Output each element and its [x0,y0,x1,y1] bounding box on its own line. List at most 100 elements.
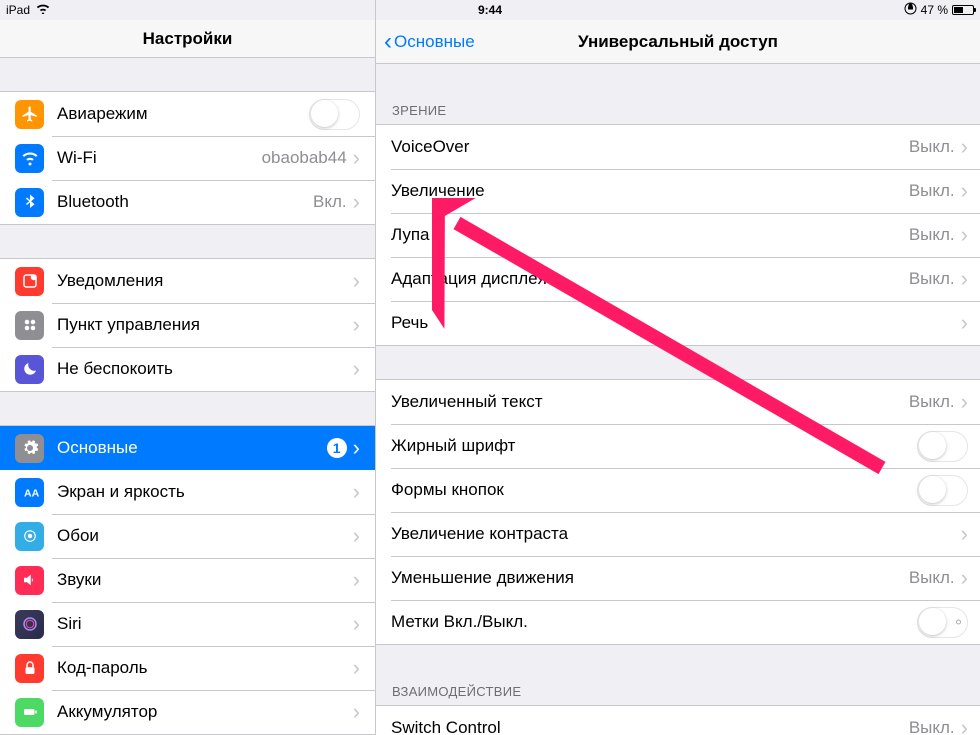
sidebar-item-bluetooth[interactable]: Bluetooth Вкл. › [0,180,375,224]
row-switch-control[interactable]: Switch Control Выкл. › [376,706,980,735]
row-label: Код-пароль [57,658,353,678]
sidebar-item-notifications[interactable]: Уведомления › [0,259,375,303]
row-reduce-motion[interactable]: Уменьшение движения Выкл. › [376,556,980,600]
sidebar-item-display[interactable]: AA Экран и яркость › [0,470,375,514]
row-value: Выкл. [909,269,955,289]
row-value: Выкл. [909,181,955,201]
row-label: Лупа [391,225,909,245]
row-label: Увеличение [391,181,909,201]
chevron-right-icon: › [961,224,968,246]
row-label: VoiceOver [391,137,909,157]
row-bold-text[interactable]: Жирный шрифт [376,424,980,468]
row-on-off-labels[interactable]: Метки Вкл./Выкл. [376,600,980,644]
battery-settings-icon [15,698,44,727]
bluetooth-icon [15,188,44,217]
row-increase-contrast[interactable]: Увеличение контраста › [376,512,980,556]
settings-sidebar: Настройки Авиарежим Wi-Fi obaobab44 [0,0,376,735]
row-larger-text[interactable]: Увеличенный текст Выкл. › [376,380,980,424]
sidebar-title: Настройки [143,29,233,49]
moon-icon [15,355,44,384]
sidebar-header: Настройки [0,20,375,58]
detail-pane: ‹ Основные Универсальный доступ ЗРЕНИЕ V… [376,0,980,735]
row-value: obaobab44 [262,148,347,168]
row-button-shapes[interactable]: Формы кнопок [376,468,980,512]
sidebar-item-passcode[interactable]: Код-пароль › [0,646,375,690]
chevron-right-icon: › [353,613,360,635]
row-label: Основные [57,438,327,458]
row-label: Речь [391,313,961,333]
sidebar-item-battery[interactable]: Аккумулятор › [0,690,375,734]
row-label: Метки Вкл./Выкл. [391,612,917,632]
sidebar-item-dnd[interactable]: Не беспокоить › [0,347,375,391]
chevron-right-icon: › [353,147,360,169]
back-label: Основные [394,32,475,52]
row-label: Адаптация дисплея [391,269,909,289]
gear-icon [15,434,44,463]
notifications-icon [15,267,44,296]
on-off-labels-toggle[interactable] [917,607,968,638]
section-header-interaction: ВЗАИМОДЕЙСТВИЕ [376,678,980,705]
row-value: Выкл. [909,568,955,588]
row-display-accommodations[interactable]: Адаптация дисплея Выкл. › [376,257,980,301]
chevron-right-icon: › [353,657,360,679]
row-speech[interactable]: Речь › [376,301,980,345]
row-value: Выкл. [909,718,955,735]
chevron-right-icon: › [353,569,360,591]
row-value: Вкл. [313,192,347,212]
sounds-icon [15,566,44,595]
chevron-right-icon: › [353,270,360,292]
row-label: Авиарежим [57,104,309,124]
row-zoom[interactable]: Увеличение Выкл. › [376,169,980,213]
row-label: Экран и яркость [57,482,353,502]
chevron-right-icon: › [961,717,968,735]
row-label: Аккумулятор [57,702,353,722]
wallpaper-icon [15,522,44,551]
svg-text:AA: AA [24,488,39,500]
row-label: Пункт управления [57,315,353,335]
row-voiceover[interactable]: VoiceOver Выкл. › [376,125,980,169]
display-icon: AA [15,478,44,507]
row-label: Siri [57,614,353,634]
sidebar-item-wifi[interactable]: Wi-Fi obaobab44 › [0,136,375,180]
row-label: Не беспокоить [57,359,353,379]
chevron-right-icon: › [961,180,968,202]
airplane-toggle[interactable] [309,99,360,130]
battery-pct: 47 % [921,3,948,17]
button-shapes-toggle[interactable] [917,475,968,506]
battery-icon [952,5,974,15]
row-label: Жирный шрифт [391,436,917,456]
chevron-right-icon: › [353,314,360,336]
sidebar-item-airplane-mode[interactable]: Авиарежим [0,92,375,136]
wifi-settings-icon [15,144,44,173]
chevron-right-icon: › [961,567,968,589]
status-bar: iPad 9:44 47 % [0,0,980,20]
row-label: Уведомления [57,271,353,291]
sidebar-item-sounds[interactable]: Звуки › [0,558,375,602]
sidebar-item-control-center[interactable]: Пункт управления › [0,303,375,347]
chevron-right-icon: › [961,136,968,158]
chevron-right-icon: › [961,523,968,545]
chevron-right-icon: › [353,191,360,213]
orientation-lock-icon [904,2,917,18]
lock-icon [15,654,44,683]
chevron-right-icon: › [353,701,360,723]
sidebar-item-general[interactable]: Основные 1 › [0,426,375,470]
sidebar-item-siri[interactable]: Siri › [0,602,375,646]
bold-text-toggle[interactable] [917,431,968,462]
update-badge: 1 [327,438,347,458]
row-value: Выкл. [909,392,955,412]
row-label: Формы кнопок [391,480,917,500]
detail-title: Универсальный доступ [578,32,778,52]
sidebar-item-wallpaper[interactable]: Обои › [0,514,375,558]
chevron-left-icon: ‹ [384,30,392,54]
row-label: Wi-Fi [57,148,262,168]
siri-icon [15,610,44,639]
chevron-right-icon: › [961,391,968,413]
back-button[interactable]: ‹ Основные [384,30,475,54]
row-label: Обои [57,526,353,546]
chevron-right-icon: › [961,312,968,334]
chevron-right-icon: › [961,268,968,290]
row-magnifier[interactable]: Лупа Выкл. › [376,213,980,257]
row-label: Уменьшение движения [391,568,909,588]
row-label: Bluetooth [57,192,313,212]
